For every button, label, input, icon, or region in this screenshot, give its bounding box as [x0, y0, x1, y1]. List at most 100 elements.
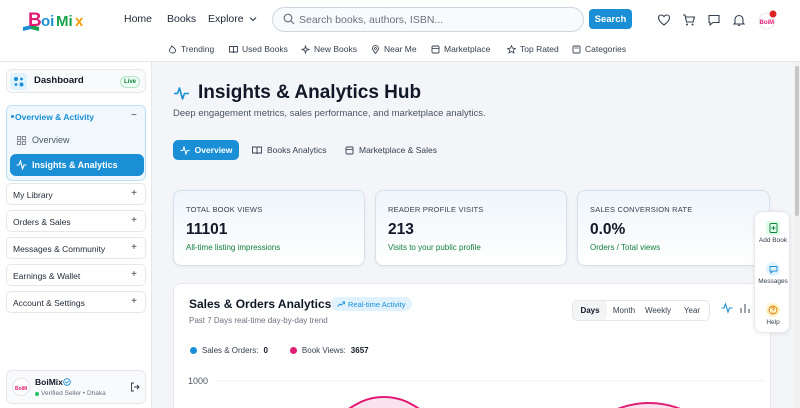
top-header: B oi Mi x Home Books Explore Search BoiM… — [0, 0, 800, 62]
sidebar-item-overview[interactable]: Overview — [17, 135, 70, 145]
subnav-marketplace-label: Marketplace — [444, 44, 491, 54]
sparkle-icon — [301, 44, 310, 54]
search-input[interactable] — [299, 9, 579, 30]
activity-icon — [16, 160, 27, 170]
subnav-used-books-label: Used Books — [242, 44, 288, 54]
stat-card-value: 213 — [388, 221, 414, 238]
subnav-new-books[interactable]: New Books — [301, 44, 357, 54]
line-chart-icon[interactable] — [721, 302, 733, 314]
legend-label-views: Book Views: — [301, 346, 346, 355]
sales-orders-analytics-panel: Sales & Orders Analytics Real-time Activ… — [173, 283, 771, 408]
brand-logo[interactable]: B oi Mi x — [20, 5, 104, 35]
stat-card-value: 0.0% — [590, 221, 626, 238]
tab-overview[interactable]: Overview — [173, 140, 239, 160]
bell-icon[interactable] — [732, 13, 746, 27]
stat-card-value: 11101 — [186, 221, 228, 238]
subnav-categories[interactable]: Categories — [572, 44, 626, 54]
nav-books[interactable]: Books — [167, 13, 196, 25]
subnav-near-me[interactable]: Near Me — [371, 44, 417, 54]
sidebar-section-earnings-wallet[interactable]: Earnings & Wallet + — [6, 264, 146, 286]
subnav-trending[interactable]: Trending — [168, 44, 214, 54]
user-avatar[interactable]: BoiM — [756, 10, 778, 30]
subnav-near-me-label: Near Me — [384, 44, 417, 54]
collapse-icon[interactable]: − — [131, 110, 137, 121]
grid-icon — [17, 135, 26, 145]
dock-messages[interactable]: Messages — [755, 262, 791, 285]
profile-name: BoiMix — [35, 377, 63, 387]
sidebar-item-insights-analytics[interactable]: Insights & Analytics — [10, 154, 144, 176]
book-open-icon — [229, 45, 238, 53]
search-button[interactable]: Search — [589, 9, 632, 29]
stat-card-description: All-time listing impressions — [186, 243, 281, 252]
section-header-overview-activity[interactable]: Overview & Activity — [15, 112, 94, 122]
tab-books-analytics[interactable]: Books Analytics — [252, 140, 327, 160]
subnav-top-rated-label: Top Rated — [520, 44, 559, 54]
svg-text:oi: oi — [41, 13, 54, 30]
stat-card-label: READER PROFILE VISITS — [388, 205, 484, 214]
dock-add-book-label: Add Book — [758, 237, 788, 244]
sidebar: Dashboard Live Overview & Activity − Ove… — [0, 62, 152, 408]
legend-swatch-sales — [190, 347, 197, 354]
chevron-down-icon — [249, 17, 257, 22]
cart-icon[interactable] — [682, 13, 696, 27]
page-scrollbar[interactable] — [794, 62, 800, 408]
dock-help-label: Help — [766, 319, 780, 326]
live-badge: Live — [120, 76, 140, 88]
stat-card-description: Visits to your public profile — [388, 243, 481, 252]
message-icon — [766, 262, 780, 276]
sidebar-section-messages-community[interactable]: Messages & Community + — [6, 237, 146, 259]
book-open-icon — [252, 146, 262, 154]
dashboard-icon — [10, 73, 27, 90]
expand-icon: + — [131, 296, 137, 307]
stat-card-label: SALES CONVERSION RATE — [590, 205, 693, 214]
views-trend-chart — [216, 380, 764, 408]
sidebar-section-my-library[interactable]: My Library + — [6, 183, 146, 205]
trend-up-icon — [337, 301, 345, 307]
sidebar-section-orders-sales[interactable]: Orders & Sales + — [6, 210, 146, 232]
sidebar-section-label: Earnings & Wallet — [13, 271, 81, 281]
expand-icon: + — [131, 242, 137, 253]
sidebar-item-overview-label: Overview — [32, 135, 70, 145]
stat-card-label: TOTAL BOOK VIEWS — [186, 205, 263, 214]
y-axis-tick: 1000 — [188, 376, 209, 386]
location-pin-icon — [372, 44, 379, 54]
nav-explore[interactable]: Explore — [208, 13, 257, 25]
chat-icon[interactable] — [707, 13, 721, 27]
tab-marketplace-sales-label: Marketplace & Sales — [359, 145, 437, 155]
section-dot — [11, 115, 14, 118]
range-month[interactable]: Month — [607, 301, 641, 320]
nav-explore-label: Explore — [208, 13, 244, 25]
range-year[interactable]: Year — [675, 301, 709, 320]
range-days[interactable]: Days — [573, 301, 607, 320]
logout-icon[interactable] — [130, 382, 140, 392]
subnav-top-rated[interactable]: Top Rated — [507, 44, 559, 54]
tab-marketplace-sales[interactable]: Marketplace & Sales — [345, 140, 437, 160]
bar-chart-icon[interactable] — [739, 302, 751, 314]
dock-help[interactable]: Help — [755, 303, 791, 326]
store-icon — [431, 45, 440, 53]
panel-subtitle: Past 7 Days real-time day-by-day trend — [189, 316, 328, 325]
scrollbar-thumb[interactable] — [795, 66, 799, 216]
legend-value-sales: 0 — [263, 346, 268, 355]
floating-action-dock: Add Book Messages Help — [754, 211, 790, 333]
stat-card-reader-profile-visits: READER PROFILE VISITS 213 Visits to your… — [375, 190, 567, 266]
dock-add-book[interactable]: Add Book — [755, 221, 791, 244]
add-book-icon — [766, 221, 780, 235]
sidebar-section-account-settings[interactable]: Account & Settings + — [6, 291, 146, 313]
subnav-used-books[interactable]: Used Books — [229, 44, 288, 54]
range-weekly[interactable]: Weekly — [641, 301, 675, 320]
subnav-marketplace[interactable]: Marketplace — [431, 44, 490, 54]
nav-home[interactable]: Home — [124, 13, 152, 25]
svg-text:BoiM: BoiM — [760, 20, 775, 26]
legend-label-sales: Sales & Orders: — [202, 346, 259, 355]
profile-avatar[interactable]: BoiM — [12, 378, 30, 396]
time-range-selector: Days Month Weekly Year — [572, 300, 710, 321]
realtime-badge-label: Real-time Activity — [348, 299, 406, 309]
svg-text:BoiM: BoiM — [15, 386, 27, 392]
star-icon — [507, 44, 516, 54]
verified-icon — [63, 378, 71, 386]
profile-subtitle: Verified Seller • Dhaka — [41, 390, 106, 397]
heart-icon[interactable] — [657, 13, 671, 27]
svg-text:B: B — [28, 10, 42, 31]
sidebar-dashboard[interactable]: Dashboard Live — [6, 69, 146, 93]
